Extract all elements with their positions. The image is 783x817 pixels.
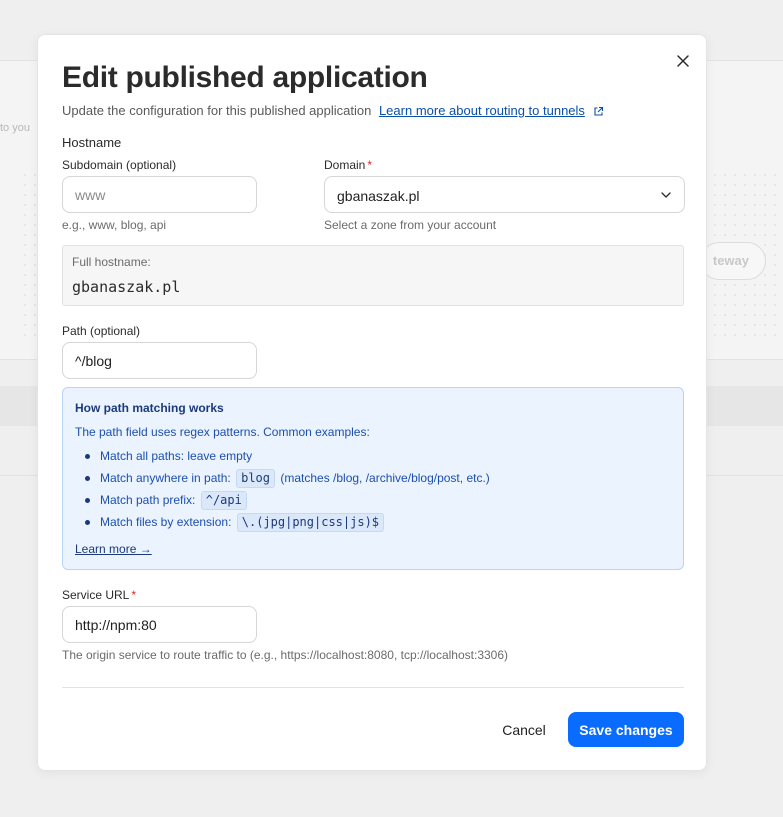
background-pill-button: teway	[700, 242, 766, 280]
dialog-subtitle: Update the configuration for this publis…	[62, 103, 604, 118]
list-item: Match anywhere in path: blog (matches /b…	[85, 468, 490, 490]
close-icon	[677, 55, 689, 67]
example-label: Match anywhere in path:	[100, 471, 231, 485]
full-hostname-box: Full hostname: gbanaszak.pl	[62, 245, 684, 306]
required-marker: *	[131, 588, 137, 602]
example-label: Match path prefix:	[100, 493, 196, 507]
list-item: Match all paths: leave empty	[85, 446, 490, 468]
list-item: Match path prefix: ^/api	[85, 490, 490, 512]
example-label: Match all paths:	[100, 449, 185, 463]
subdomain-label: Subdomain (optional)	[62, 158, 177, 172]
required-marker: *	[367, 158, 373, 172]
path-label: Path (optional)	[62, 324, 141, 338]
domain-label-text: Domain	[324, 158, 366, 172]
path-matching-info-box: How path matching works The path field u…	[62, 387, 684, 570]
full-hostname-label: Full hostname:	[72, 255, 151, 269]
subdomain-input[interactable]	[62, 176, 257, 213]
service-url-hint: The origin service to route traffic to (…	[62, 648, 509, 662]
example-text: (matches /blog, /archive/blog/post, etc.…	[280, 471, 490, 485]
external-link-icon	[593, 107, 603, 116]
example-code: blog	[236, 469, 275, 488]
service-url-label-text: Service URL	[62, 588, 130, 602]
close-button[interactable]	[673, 51, 693, 71]
domain-select[interactable]: gbanaszak.pl	[324, 176, 685, 213]
path-examples-list: Match all paths: leave empty Match anywh…	[85, 446, 490, 534]
save-changes-button[interactable]: Save changes	[568, 712, 684, 747]
domain-label: Domain *	[324, 158, 372, 172]
footer-divider	[62, 687, 684, 688]
domain-hint: Select a zone from your account	[324, 218, 497, 232]
service-url-input[interactable]	[62, 606, 257, 643]
hostname-section-label: Hostname	[62, 135, 122, 150]
subdomain-hint: e.g., www, blog, api	[62, 218, 167, 232]
dialog-title: Edit published application	[62, 61, 428, 94]
example-label: Match files by extension:	[100, 515, 232, 529]
chevron-down-icon	[661, 192, 671, 198]
path-input[interactable]	[62, 342, 257, 379]
example-code: ^/api	[200, 491, 247, 510]
background-edge-text: to you	[0, 122, 30, 134]
full-hostname-value: gbanaszak.pl	[72, 278, 181, 296]
dialog-subtitle-text: Update the configuration for this publis…	[62, 103, 372, 118]
list-item: Match files by extension: \.(jpg|png|css…	[85, 512, 490, 534]
cancel-button[interactable]: Cancel	[496, 712, 552, 747]
example-code: \.(jpg|png|css|js)$	[236, 513, 385, 532]
routing-docs-link[interactable]: Learn more about routing to tunnels	[379, 103, 585, 118]
service-url-label: Service URL *	[62, 588, 136, 602]
info-title: How path matching works	[75, 401, 224, 415]
example-text: leave empty	[187, 449, 253, 463]
domain-selected-value: gbanaszak.pl	[337, 188, 420, 204]
edit-application-dialog: Edit published application Update the co…	[37, 34, 707, 771]
info-description: The path field uses regex patterns. Comm…	[75, 425, 370, 439]
learn-more-link[interactable]: Learn more →	[75, 542, 152, 556]
